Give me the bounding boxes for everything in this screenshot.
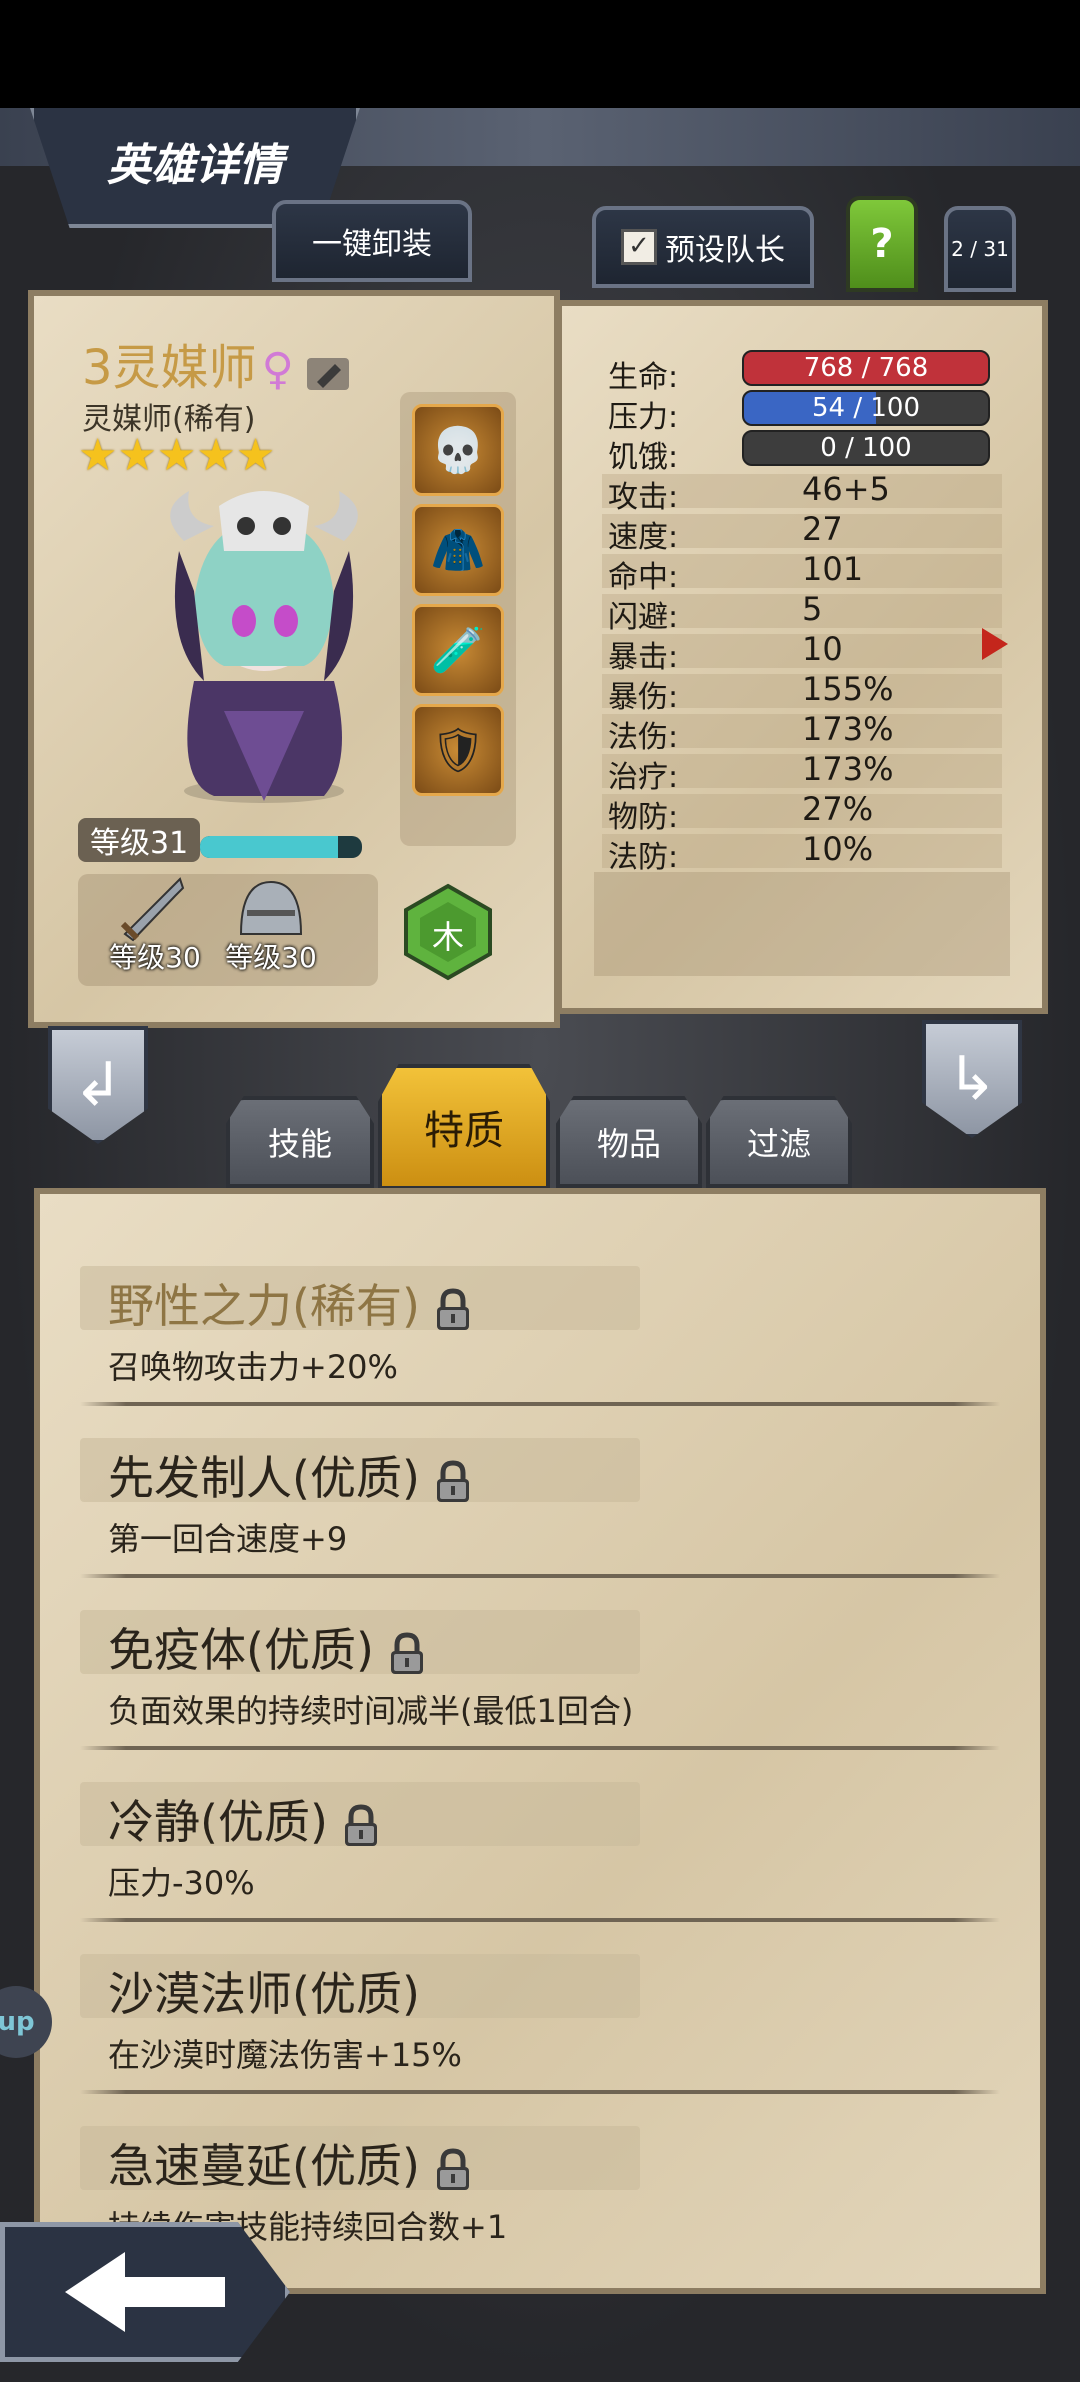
potion-icon: 🧪	[430, 625, 486, 676]
xp-bar	[200, 836, 362, 858]
slot-skull-cloak[interactable]: 💀	[412, 404, 504, 496]
stat-value: 27%	[802, 790, 874, 828]
hunger-label: 饥饿:	[608, 440, 679, 475]
lock-icon[interactable]	[342, 1803, 380, 1848]
unequip-all-button[interactable]: 一键卸装	[272, 200, 472, 282]
stats-card: 生命: 768 / 768 压力: 54 / 100 饥饿: 0 / 100 攻…	[556, 300, 1048, 1014]
back-arrow-icon	[65, 2252, 225, 2332]
stat-label: 法防:	[608, 840, 679, 875]
hero-card: 3灵媒师 ♀ 灵媒师(稀有) ★★★★★ 💀 🧥 🧪 �	[28, 290, 560, 1028]
trait-description: 召唤物攻击力+20%	[108, 1348, 398, 1386]
divider	[80, 1918, 1000, 1922]
rename-icon[interactable]	[306, 357, 349, 390]
stat-label: 暴击:	[608, 640, 679, 675]
stat-value: 173%	[802, 710, 894, 748]
back-button[interactable]	[0, 2222, 290, 2362]
stress-bar: 54 / 100	[742, 390, 990, 426]
help-button[interactable]: ?	[846, 196, 918, 292]
preset-leader-button[interactable]: ✓ 预设队长	[592, 206, 814, 288]
stat-label: 闪避:	[608, 600, 679, 635]
trait-description: 第一回合速度+9	[108, 1520, 348, 1558]
star-icon: ★	[78, 430, 118, 481]
page-counter: 2 / 31	[944, 206, 1016, 292]
stat-label: 速度:	[608, 520, 679, 555]
arrow-left-icon: ↲	[72, 1050, 124, 1120]
more-stats-arrow-icon[interactable]	[982, 628, 1008, 660]
gear-helmet[interactable]: 等级30	[216, 874, 326, 986]
star-rating: ★★★★★	[78, 430, 275, 481]
hunger-bar: 0 / 100	[742, 430, 990, 466]
tab-traits[interactable]: 特质	[378, 1064, 550, 1190]
star-icon: ★	[117, 430, 157, 481]
stat-value: 46+5	[802, 470, 890, 508]
gear-panel: 等级30 等级30	[78, 874, 378, 986]
divider	[80, 1574, 1000, 1578]
stat-value: 10%	[802, 830, 874, 868]
stat-value: 5	[802, 590, 823, 628]
hp-label: 生命:	[608, 360, 679, 395]
xp-fill	[200, 836, 338, 858]
star-icon: ★	[196, 430, 236, 481]
stat-label: 命中:	[608, 560, 679, 595]
trait-title[interactable]: 沙漠法师(优质)	[108, 1958, 420, 2024]
skull-cloak-icon: 💀	[430, 425, 486, 476]
trait-title[interactable]: 急速蔓延(优质)	[108, 2130, 472, 2196]
stat-label: 法伤:	[608, 720, 679, 755]
lock-icon[interactable]	[434, 1459, 472, 1504]
stat-label: 攻击:	[608, 480, 679, 515]
stress-label: 压力:	[608, 400, 679, 435]
hood-icon: 🧥	[430, 525, 486, 576]
trait-title[interactable]: 野性之力(稀有)	[108, 1270, 472, 1336]
top-bar	[0, 0, 1080, 108]
trait-description: 在沙漠时魔法伤害+15%	[108, 2036, 462, 2074]
stat-value: 10	[802, 630, 843, 668]
hp-bar: 768 / 768	[742, 350, 990, 386]
trait-title[interactable]: 先发制人(优质)	[108, 1442, 472, 1508]
slot-potion[interactable]: 🧪	[412, 604, 504, 696]
stat-value: 155%	[802, 670, 894, 708]
trait-description: 负面效果的持续时间减半(最低1回合)	[108, 1692, 634, 1730]
hero-name: 3灵媒师	[82, 340, 257, 396]
slot-hood[interactable]: 🧥	[412, 504, 504, 596]
element-badge[interactable]: 木	[400, 882, 496, 982]
stat-label: 物防:	[608, 800, 679, 835]
stat-label: 治疗:	[608, 760, 679, 795]
trait-title[interactable]: 免疫体(优质)	[108, 1614, 426, 1680]
shield-icon: 🛡	[430, 725, 486, 776]
tab-items[interactable]: 物品	[556, 1096, 702, 1188]
divider	[80, 1402, 1000, 1406]
stats-footer	[594, 872, 1010, 976]
lock-icon[interactable]	[434, 2147, 472, 2192]
stat-value: 101	[802, 550, 864, 588]
stat-value: 27	[802, 510, 843, 548]
hero-level: 等级31	[78, 818, 201, 862]
arrow-right-icon: ↳	[946, 1044, 998, 1114]
trait-title[interactable]: 冷静(优质)	[108, 1786, 380, 1852]
hero-portrait	[134, 481, 394, 811]
equipment-slots: 💀 🧥 🧪 🛡	[400, 392, 516, 846]
trait-description: 压力-30%	[108, 1864, 255, 1902]
tab-filter[interactable]: 过滤	[706, 1096, 852, 1188]
traits-panel: 野性之力(稀有) 召唤物攻击力+20% 先发制人(优质) 第一回合速度+9 免疫体(优质…	[34, 1188, 1046, 2294]
divider	[80, 2090, 1000, 2094]
checkbox-icon[interactable]: ✓	[621, 229, 657, 265]
gear-sword[interactable]: 等级30	[100, 874, 210, 986]
divider	[80, 1746, 1000, 1750]
hero-name-row: 3灵媒师 ♀	[82, 328, 349, 398]
star-icon: ★	[235, 430, 276, 481]
lock-icon[interactable]	[388, 1631, 426, 1676]
lock-icon[interactable]	[434, 1287, 472, 1332]
tab-skills[interactable]: 技能	[226, 1096, 374, 1188]
slot-shield[interactable]: 🛡	[412, 704, 504, 796]
star-icon: ★	[156, 430, 197, 481]
stat-label: 暴伤:	[608, 680, 679, 715]
gender-icon: ♀	[261, 344, 294, 395]
stat-value: 173%	[802, 750, 894, 788]
